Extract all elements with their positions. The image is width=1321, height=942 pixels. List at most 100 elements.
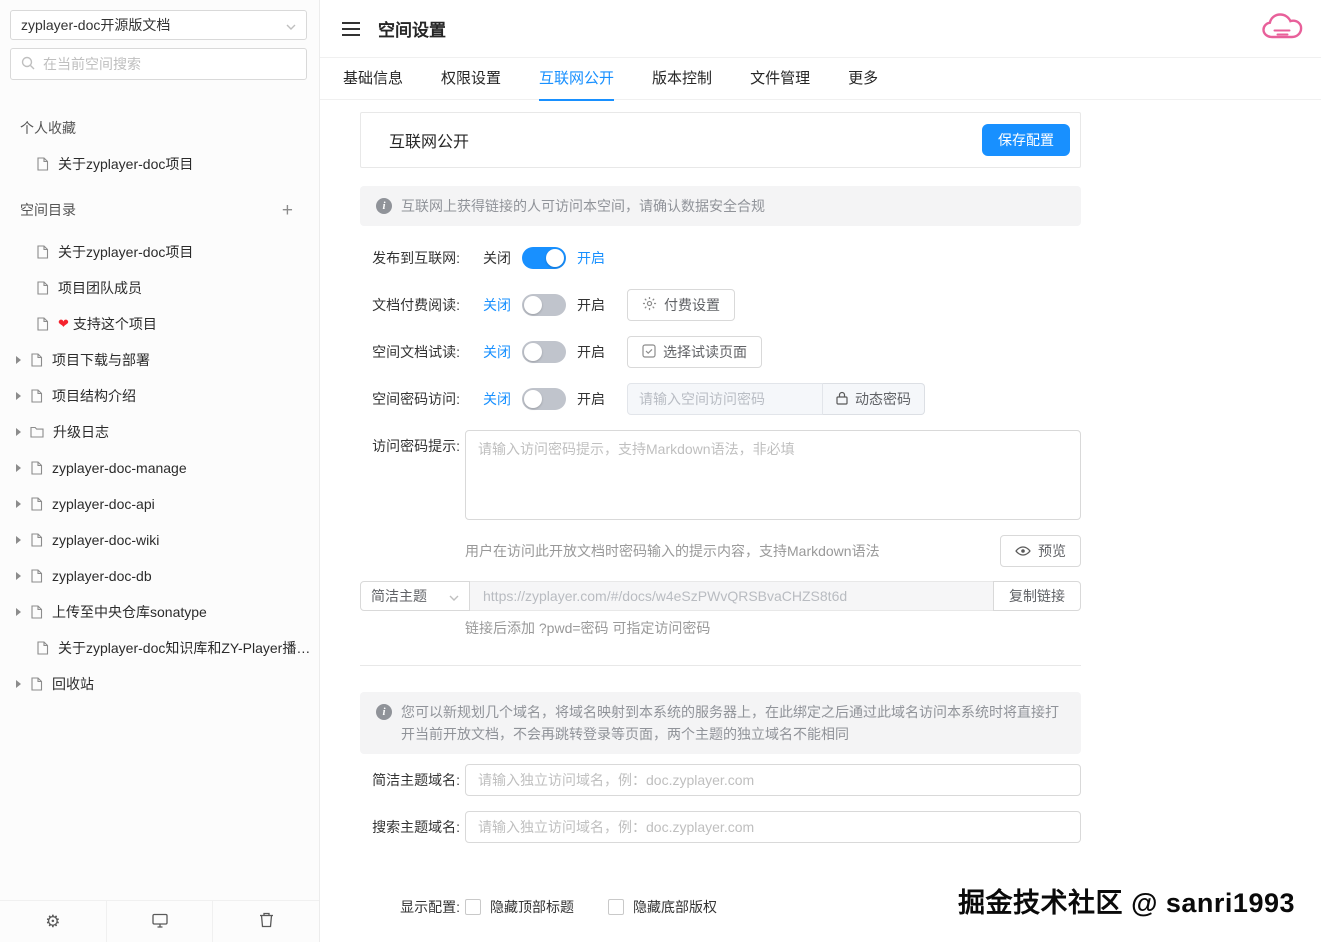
paid-settings-button[interactable]: 付费设置 — [627, 289, 735, 321]
sidebar: zyplayer-doc开源版文档 个人收藏 关于zyplayer-doc项目 … — [0, 0, 320, 942]
doc-icon — [36, 281, 49, 295]
preview-button[interactable]: 预览 — [1000, 535, 1081, 567]
tree-item[interactable]: zyplayer-doc-wiki — [0, 522, 319, 558]
display-config-label: 显示配置: — [360, 891, 460, 923]
tree-item-label: 关于zyplayer-doc项目 — [58, 242, 193, 262]
internet-public-form: 发布到互联网: 关闭 开启 文档付费阅读: 关闭 开启 — [360, 242, 1081, 923]
select-trial-pages-button[interactable]: 选择试读页面 — [627, 336, 762, 368]
heart-icon: ❤ — [58, 316, 69, 332]
space-search[interactable] — [10, 48, 307, 80]
tree-item[interactable]: ❤ 支持这个项目 — [0, 306, 319, 342]
app-logo-cloud-icon[interactable] — [1261, 10, 1307, 49]
doc-icon — [30, 461, 43, 475]
password-access-on-label[interactable]: 开启 — [577, 389, 605, 409]
hide-top-title-checkbox[interactable]: 隐藏顶部标题 — [465, 897, 574, 917]
recycle-bin-button[interactable] — [212, 901, 319, 942]
tab-basic-info[interactable]: 基础信息 — [343, 58, 403, 100]
tab-more[interactable]: 更多 — [848, 58, 878, 100]
caret-right-icon — [16, 500, 21, 508]
caret-right-icon — [16, 464, 21, 472]
trial-read-off-label[interactable]: 关闭 — [483, 342, 511, 362]
doc-icon — [30, 677, 43, 691]
tree-item[interactable]: 关于zyplayer-doc项目 — [0, 146, 319, 182]
tree-item[interactable]: 项目下载与部署 — [0, 342, 319, 378]
tree-item[interactable]: zyplayer-doc-api — [0, 486, 319, 522]
tree-item-label: 上传至中央仓库sonatype — [52, 602, 207, 622]
tree-item-label: 关于zyplayer-doc知识库和ZY-Player播放... — [58, 638, 319, 658]
settings-button[interactable]: ⚙ — [0, 901, 106, 942]
hide-bottom-copyright-checkbox[interactable]: 隐藏底部版权 — [608, 897, 717, 917]
tree-item[interactable]: 项目结构介绍 — [0, 378, 319, 414]
chevron-down-icon — [449, 588, 459, 604]
caret-right-icon — [16, 608, 21, 616]
doc-icon — [30, 533, 43, 547]
add-doc-button[interactable]: + — [282, 201, 293, 220]
toggle-knob — [524, 343, 542, 361]
tab-internet-public[interactable]: 互联网公开 — [539, 58, 614, 100]
space-password-group: 动态密码 — [627, 383, 925, 415]
tree-item-label: zyplayer-doc-db — [52, 568, 152, 584]
trial-read-toggle[interactable] — [522, 341, 566, 363]
doc-icon — [30, 353, 43, 367]
paid-read-label: 文档付费阅读: — [360, 289, 460, 321]
caret-right-icon — [16, 356, 21, 364]
hide-bottom-copyright-label: 隐藏底部版权 — [633, 897, 717, 917]
paid-read-toggle[interactable] — [522, 294, 566, 316]
topbar: 空间设置 — [320, 0, 1321, 58]
search-domain-label: 搜索主题域名: — [360, 811, 460, 843]
tree-item[interactable]: 上传至中央仓库sonatype — [0, 594, 319, 630]
tree-item-label: 升级日志 — [53, 422, 109, 442]
tree-item-label: 项目下载与部署 — [52, 350, 150, 370]
menu-icon[interactable] — [342, 22, 360, 36]
tree-item-label: 支持这个项目 — [73, 314, 157, 334]
simple-domain-input[interactable] — [465, 764, 1081, 796]
theme-select-dropdown[interactable]: 简洁主题 — [360, 581, 470, 611]
publish-off-label[interactable]: 关闭 — [483, 248, 511, 268]
tree-item[interactable]: 关于zyplayer-doc知识库和ZY-Player播放... — [0, 630, 319, 666]
tabs-bar: 基础信息 权限设置 互联网公开 版本控制 文件管理 更多 — [320, 58, 1321, 100]
sidebar-tree: 个人收藏 关于zyplayer-doc项目 空间目录 + 关于zyplayer-… — [0, 80, 319, 900]
publish-toggle[interactable] — [522, 247, 566, 269]
save-config-button[interactable]: 保存配置 — [982, 124, 1070, 156]
copy-link-button[interactable]: 复制链接 — [993, 581, 1081, 611]
publish-on-label[interactable]: 开启 — [577, 248, 605, 268]
panel-title: 互联网公开 — [389, 128, 469, 152]
folder-icon — [30, 426, 44, 438]
tree-item[interactable]: zyplayer-doc-manage — [0, 450, 319, 486]
divider — [360, 665, 1081, 666]
space-select-dropdown[interactable]: zyplayer-doc开源版文档 — [10, 10, 307, 40]
caret-right-icon — [16, 536, 21, 544]
tree-item[interactable]: 项目团队成员 — [0, 270, 319, 306]
caret-right-icon — [16, 572, 21, 580]
tab-version-control[interactable]: 版本控制 — [652, 58, 712, 100]
eye-icon — [1015, 543, 1031, 559]
display-mode-button[interactable] — [106, 901, 213, 942]
trial-read-on-label[interactable]: 开启 — [577, 342, 605, 362]
tree-item[interactable]: 回收站 — [0, 666, 319, 702]
search-domain-input[interactable] — [465, 811, 1081, 843]
simple-domain-row: 简洁主题域名: — [360, 764, 1081, 796]
search-input[interactable] — [43, 56, 296, 72]
favorites-title: 个人收藏 — [20, 118, 76, 138]
password-access-off-label[interactable]: 关闭 — [483, 389, 511, 409]
password-hint-textarea[interactable] — [465, 430, 1081, 520]
dynamic-password-label: 动态密码 — [855, 389, 911, 409]
paid-read-off-label[interactable]: 关闭 — [483, 295, 511, 315]
space-select-value: zyplayer-doc开源版文档 — [21, 15, 170, 35]
trial-read-row: 空间文档试读: 关闭 开启 选择试读页面 — [360, 336, 1081, 368]
tab-permission-settings[interactable]: 权限设置 — [441, 58, 501, 100]
tree-item[interactable]: 关于zyplayer-doc项目 — [0, 234, 319, 270]
tab-file-management[interactable]: 文件管理 — [750, 58, 810, 100]
dynamic-password-button[interactable]: 动态密码 — [823, 383, 925, 415]
tree-item[interactable]: 升级日志 — [0, 414, 319, 450]
doc-icon — [36, 245, 49, 259]
password-access-toggle[interactable] — [522, 388, 566, 410]
checkbox-box-icon — [465, 899, 481, 915]
directory-section-header: 空间目录 + — [0, 192, 319, 228]
share-link-help: 链接后添加 ?pwd=密码 可指定访问密码 — [465, 617, 1081, 639]
tree-item-label: zyplayer-doc-manage — [52, 460, 187, 476]
space-password-input[interactable] — [627, 383, 823, 415]
paid-settings-label: 付费设置 — [664, 295, 720, 315]
tree-item[interactable]: zyplayer-doc-db — [0, 558, 319, 594]
paid-read-on-label[interactable]: 开启 — [577, 295, 605, 315]
